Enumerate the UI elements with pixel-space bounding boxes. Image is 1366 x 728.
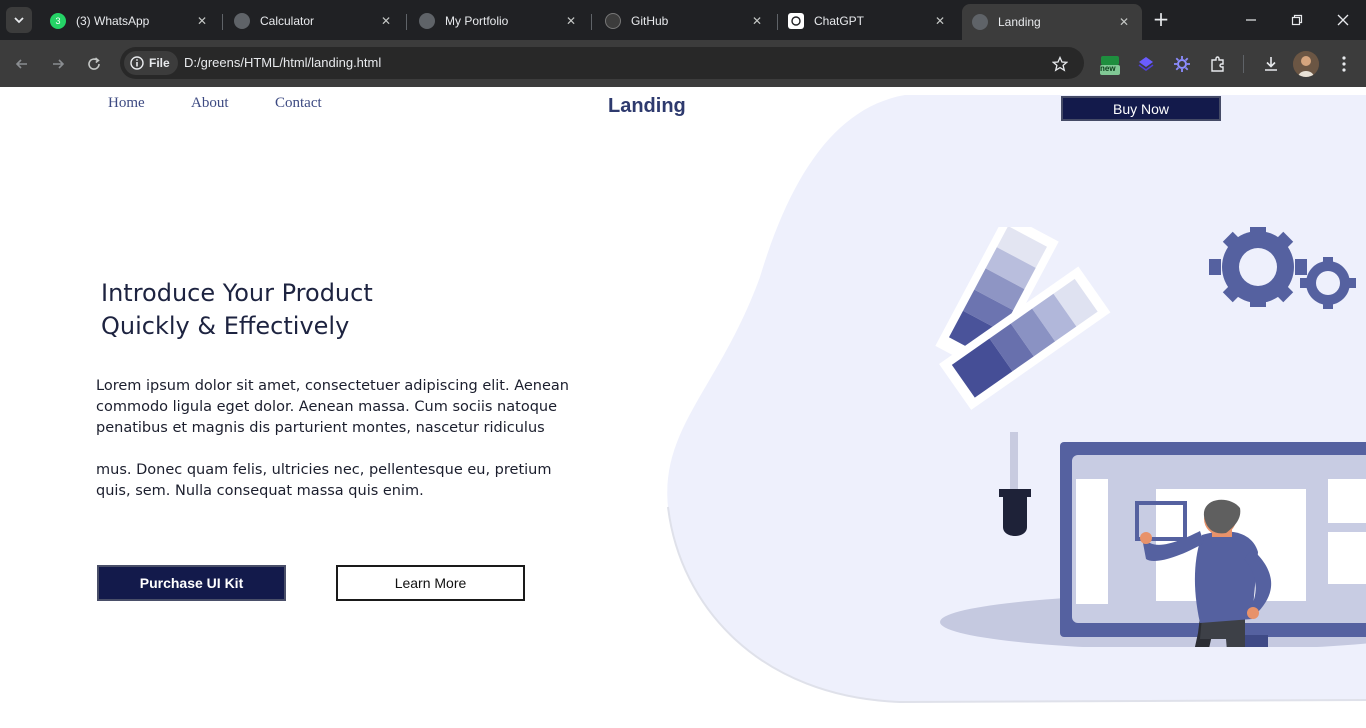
- downloads-button[interactable]: [1258, 51, 1284, 77]
- tab-whatsapp[interactable]: 3 (3) WhatsApp ✕: [40, 6, 223, 36]
- nav-home-link[interactable]: Home: [108, 95, 145, 112]
- tab-title: ChatGPT: [814, 14, 865, 28]
- nav-contact-link[interactable]: Contact: [275, 95, 322, 112]
- globe-icon: [419, 13, 435, 29]
- dropper-collar: [999, 489, 1031, 497]
- arrow-left-icon: [15, 59, 27, 69]
- tab-my-portfolio[interactable]: My Portfolio ✕: [409, 6, 592, 36]
- reload-icon: [88, 57, 100, 70]
- info-icon: [130, 56, 144, 70]
- tab-separator: [591, 14, 592, 30]
- puzzle-icon: [1211, 56, 1224, 72]
- tab-landing[interactable]: Landing ✕: [962, 4, 1142, 40]
- restore-button[interactable]: [1274, 0, 1320, 40]
- extension-gear-button[interactable]: [1169, 51, 1195, 77]
- dropper-tube: [1010, 432, 1018, 492]
- arrow-right-icon: [53, 59, 65, 69]
- tab-github[interactable]: GitHub ✕: [595, 6, 778, 36]
- extensions-button[interactable]: [1205, 51, 1231, 77]
- more-vertical-icon: [1342, 56, 1346, 72]
- extension-badge: new: [1100, 64, 1116, 73]
- forward-button[interactable]: [45, 51, 71, 77]
- close-window-button[interactable]: [1320, 0, 1366, 40]
- dropper-bulb: [1003, 497, 1027, 536]
- reload-button[interactable]: [81, 51, 107, 77]
- nav-about-link[interactable]: About: [191, 95, 229, 112]
- extension-new-button[interactable]: new: [1097, 51, 1123, 77]
- browser-menu-button[interactable]: [1331, 51, 1357, 77]
- star-icon: [1052, 56, 1068, 72]
- back-button[interactable]: [9, 51, 35, 77]
- tab-title: Calculator: [260, 14, 315, 28]
- globe-icon: [972, 14, 988, 30]
- tab-strip: 3 (3) WhatsApp ✕ Calculator ✕ My Portfol…: [0, 0, 1366, 40]
- screen-panel-right-top: [1328, 479, 1366, 523]
- buy-now-button[interactable]: Buy Now: [1061, 96, 1221, 121]
- close-icon: [1337, 14, 1349, 26]
- minimize-icon: [1246, 19, 1256, 21]
- tab-calculator[interactable]: Calculator ✕: [224, 6, 407, 36]
- site-chip-label: File: [149, 56, 170, 70]
- close-tab-icon[interactable]: ✕: [378, 13, 394, 29]
- close-tab-icon[interactable]: ✕: [1116, 14, 1132, 30]
- tab-title: (3) WhatsApp: [76, 14, 150, 28]
- person-hand-down: [1247, 607, 1259, 619]
- tab-title: Landing: [998, 15, 1041, 29]
- tab-badge: 3: [55, 16, 61, 26]
- headline-line-1: Introduce Your Product: [101, 279, 373, 307]
- hero-illustration: [935, 227, 1366, 647]
- landing-page: Home About Contact Landing Buy Now Intro…: [0, 87, 1366, 728]
- site-info-chip[interactable]: File: [124, 51, 178, 75]
- sparkle-gear-icon: [1174, 56, 1190, 72]
- chevron-down-icon: [14, 17, 24, 24]
- whatsapp-icon: 3: [50, 13, 66, 29]
- tab-separator: [406, 14, 407, 30]
- person-hand-raised: [1140, 532, 1152, 544]
- screen-panel-right-bottom: [1328, 532, 1366, 584]
- url-text[interactable]: D:/greens/HTML/html/landing.html: [184, 55, 381, 70]
- tab-title: GitHub: [631, 14, 669, 28]
- toolbar-divider: [1243, 55, 1244, 73]
- large-gear-hole: [1239, 248, 1277, 286]
- new-tab-button[interactable]: +: [1149, 8, 1173, 32]
- globe-icon: [234, 13, 250, 29]
- restore-icon: [1291, 14, 1303, 26]
- bookmark-button[interactable]: [1047, 51, 1073, 77]
- close-tab-icon[interactable]: ✕: [932, 13, 948, 29]
- close-tab-icon[interactable]: ✕: [749, 13, 765, 29]
- layers-icon: [1138, 57, 1154, 71]
- extension-layers-button[interactable]: [1133, 51, 1159, 77]
- close-tab-icon[interactable]: ✕: [194, 13, 210, 29]
- download-icon: [1265, 57, 1277, 71]
- avatar-icon: [1293, 51, 1319, 77]
- profile-avatar[interactable]: [1293, 51, 1319, 77]
- close-tab-icon[interactable]: ✕: [563, 13, 579, 29]
- small-gear-hole: [1316, 271, 1340, 295]
- hero-paragraph-1: Lorem ipsum dolor sit amet, consectetuer…: [96, 378, 569, 436]
- tab-title: My Portfolio: [445, 14, 509, 28]
- hero-paragraph-2: mus. Donec quam felis, ultricies nec, pe…: [96, 462, 552, 499]
- purchase-ui-kit-button[interactable]: Purchase UI Kit: [97, 565, 286, 601]
- tab-separator: [222, 14, 223, 30]
- headline-line-2: Quickly & Effectively: [101, 312, 350, 340]
- chatgpt-icon: [788, 13, 804, 29]
- minimize-button[interactable]: [1228, 0, 1274, 40]
- learn-more-button[interactable]: Learn More: [336, 565, 525, 601]
- tab-chatgpt[interactable]: ChatGPT ✕: [778, 6, 958, 36]
- tab-search-button[interactable]: [6, 7, 32, 33]
- brand-logo-text: Landing: [608, 95, 686, 117]
- hero-headline: Introduce Your Product Quickly & Effecti…: [101, 277, 373, 343]
- github-icon: [605, 13, 621, 29]
- screen-panel-left: [1076, 479, 1108, 604]
